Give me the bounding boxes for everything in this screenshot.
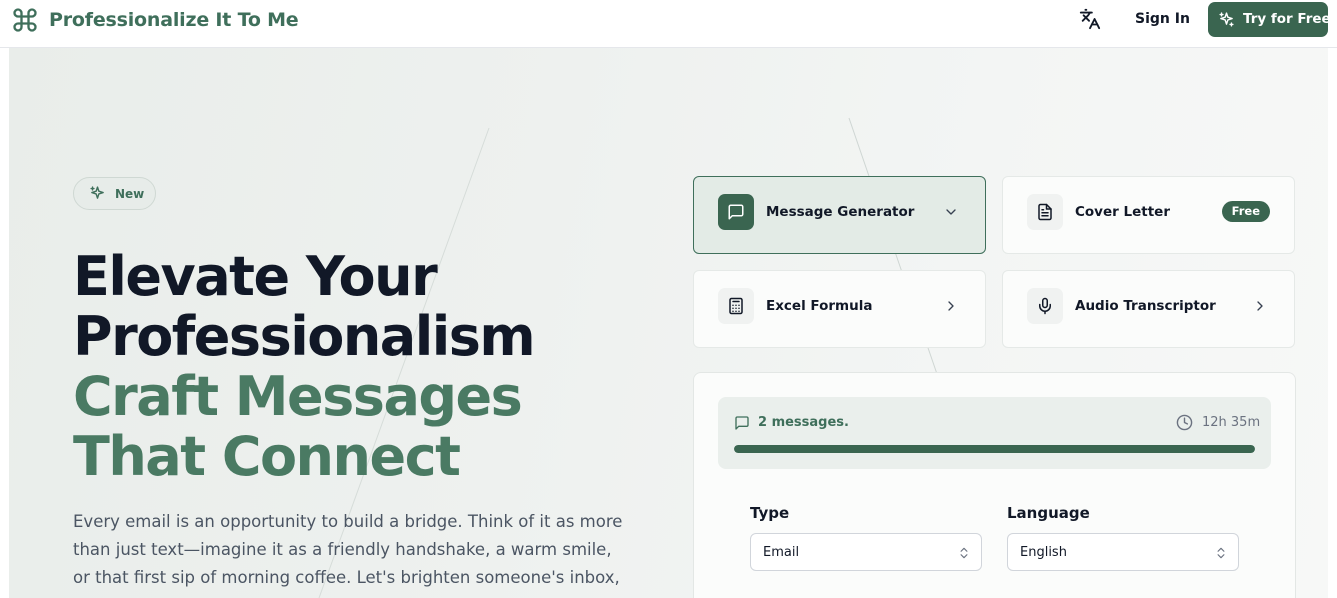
new-badge-label: New [115,187,145,201]
tool-label: Excel Formula [766,298,873,314]
chevrons-up-down-icon [960,547,968,559]
usage-status: 2 messages. 12h 35m [718,397,1271,469]
sign-in-link[interactable]: Sign In [1135,11,1190,27]
try-for-free-button[interactable]: Try for Free [1208,2,1331,37]
sparkles-icon [90,186,104,199]
language-select-value: English [1020,545,1067,560]
reset-timer: 12h 35m [1202,415,1261,430]
usage-progress-fill [734,445,1255,453]
chevron-right-icon [1257,301,1263,311]
generator-panel: 2 messages. 12h 35m Type Email Language … [693,372,1296,598]
tool-cover-letter[interactable]: Cover Letter Free [1002,176,1295,254]
free-badge: Free [1221,201,1270,222]
file-icon-box [1027,194,1063,230]
hero-description: Every email is an opportunity to build a… [73,512,623,598]
microphone-icon [1039,297,1051,315]
headline-line-2: Professionalism [73,305,536,368]
translate-icon[interactable] [1079,8,1101,30]
tool-label: Audio Transcriptor [1075,298,1216,314]
sparkles-icon [1219,12,1234,27]
app-name[interactable]: Professionalize It To Me [49,9,299,31]
message-icon-box [718,194,754,230]
calculator-icon [729,297,743,315]
new-badge: New [73,177,156,210]
calculator-icon-box [718,288,754,324]
try-for-free-label: Try for Free [1243,11,1331,27]
headline-line-3: Craft Messages [73,365,523,428]
messages-remaining: 2 messages. [758,415,849,430]
headline-line-4: That Connect [73,425,461,488]
command-icon[interactable] [11,6,39,34]
tool-excel-formula[interactable]: Excel Formula [693,270,986,348]
language-select[interactable]: English [1007,533,1239,571]
clock-icon [1176,414,1193,431]
usage-progress-bar [734,445,1255,453]
headline-line-1: Elevate Your [73,245,438,308]
tool-label: Cover Letter [1075,204,1170,220]
file-text-icon [1038,203,1052,221]
tool-audio-transcriptor[interactable]: Audio Transcriptor [1002,270,1295,348]
message-square-icon [735,416,749,430]
tool-message-generator[interactable]: Message Generator [693,176,986,254]
top-nav: Professionalize It To Me Sign In Try for… [0,0,1337,48]
chevron-down-icon[interactable] [943,204,959,220]
chevron-right-icon [948,301,954,311]
type-label: Type [750,504,790,522]
type-select-value: Email [763,545,800,560]
type-select[interactable]: Email [750,533,982,571]
chevrons-up-down-icon [1217,547,1225,559]
message-square-icon [728,204,744,220]
language-label: Language [1007,504,1090,522]
tool-label: Message Generator [766,204,915,220]
microphone-icon-box [1027,288,1063,324]
